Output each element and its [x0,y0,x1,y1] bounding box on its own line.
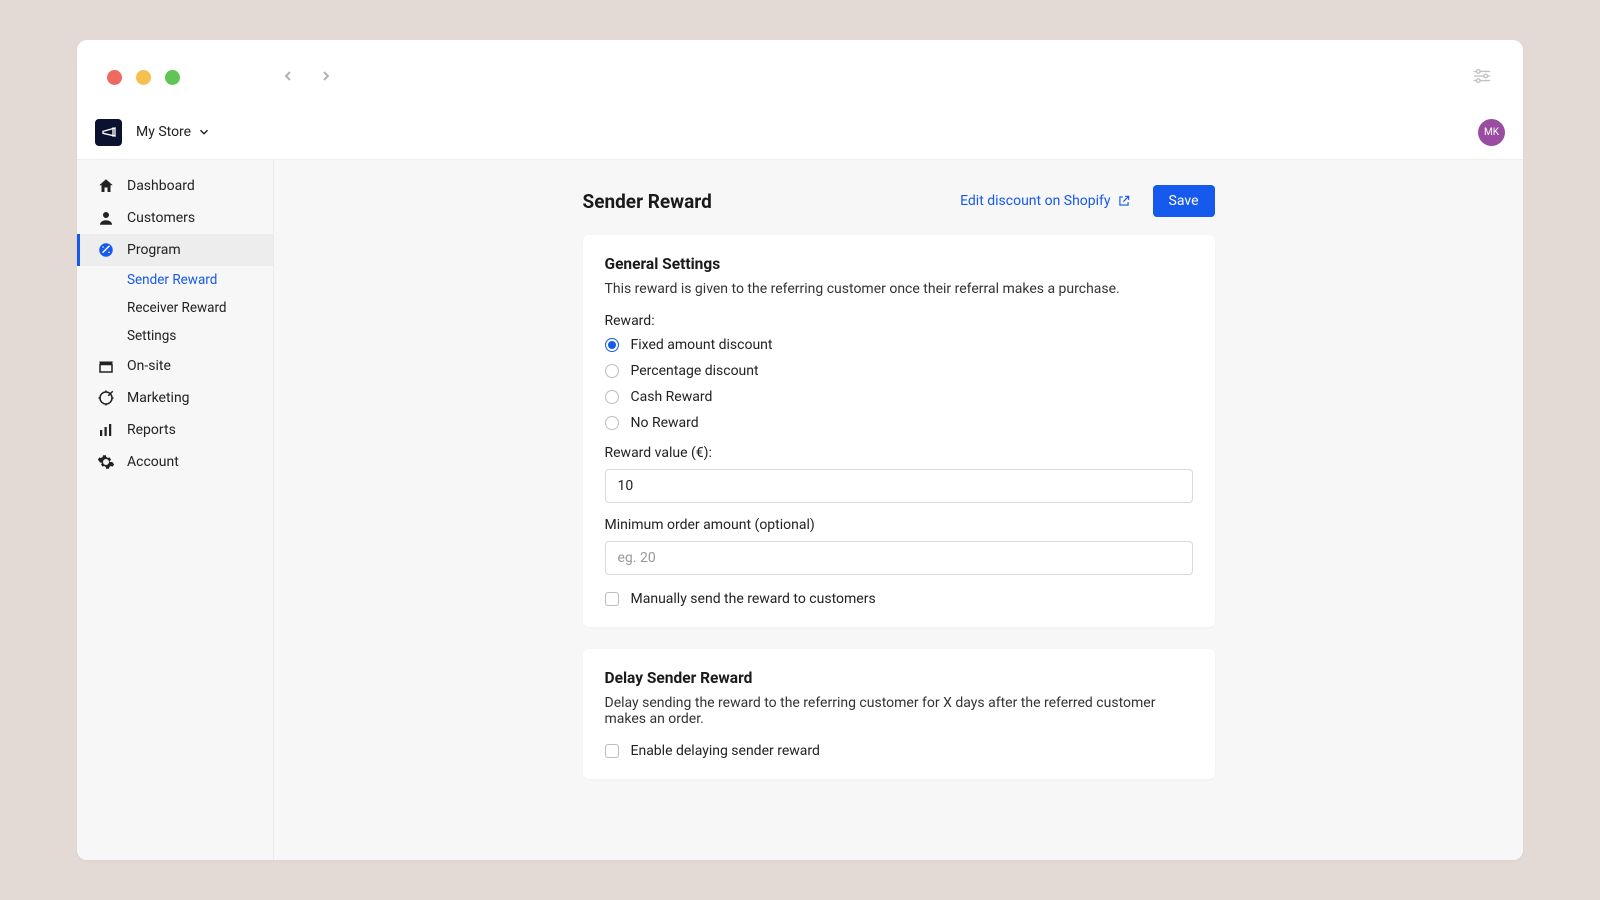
radio-icon [605,364,619,378]
app-window: My Store MK Dashboard Customers Program … [77,40,1523,860]
checkbox-icon [605,592,619,606]
sidebar-sub-receiver-reward[interactable]: Receiver Reward [77,294,273,322]
store-selector[interactable]: My Store [136,124,211,140]
body: Dashboard Customers Program Sender Rewar… [77,159,1523,860]
external-link-icon [1117,194,1131,208]
reward-value-input[interactable] [605,469,1193,503]
store-name: My Store [136,124,191,140]
chart-icon [97,421,115,439]
settings-sliders-icon[interactable] [1471,65,1493,91]
avatar[interactable]: MK [1478,119,1505,146]
window-minimize[interactable] [136,70,151,85]
delay-desc: Delay sending the reward to the referrin… [605,695,1193,727]
page-title: Sender Reward [583,190,712,213]
sidebar-item-dashboard[interactable]: Dashboard [77,170,273,202]
sidebar-sub-settings[interactable]: Settings [77,322,273,350]
reward-label: Reward: [605,313,1193,329]
user-icon [97,209,115,227]
sidebar-item-reports[interactable]: Reports [77,414,273,446]
general-desc: This reward is given to the referring cu… [605,281,1193,297]
general-heading: General Settings [605,255,1193,273]
radio-icon [605,338,619,352]
delay-heading: Delay Sender Reward [605,669,1193,687]
edit-discount-link[interactable]: Edit discount on Shopify [960,193,1130,209]
window-maximize[interactable] [165,70,180,85]
reward-option-fixed[interactable]: Fixed amount discount [605,337,1193,353]
content-area: Sender Reward Edit discount on Shopify S… [274,160,1523,860]
forward-icon[interactable] [318,68,334,88]
manual-send-check[interactable]: Manually send the reward to customers [605,591,1193,607]
topbar: My Store MK [77,115,1523,159]
storefront-icon [97,357,115,375]
program-icon [97,241,115,259]
chevron-down-icon [197,125,211,139]
sidebar-sub-sender-reward[interactable]: Sender Reward [77,266,273,294]
window-close[interactable] [107,70,122,85]
reward-value-label: Reward value (€): [605,445,1193,461]
radio-icon [605,416,619,430]
delay-enable-check[interactable]: Enable delaying sender reward [605,743,1193,759]
delay-reward-card: Delay Sender Reward Delay sending the re… [583,649,1215,779]
target-icon [97,389,115,407]
reward-option-cash[interactable]: Cash Reward [605,389,1193,405]
general-settings-card: General Settings This reward is given to… [583,235,1215,627]
sidebar-item-account[interactable]: Account [77,446,273,478]
min-order-label: Minimum order amount (optional) [605,517,1193,533]
sidebar: Dashboard Customers Program Sender Rewar… [77,160,274,860]
reward-option-none[interactable]: No Reward [605,415,1193,431]
app-logo [95,119,122,146]
sidebar-item-program[interactable]: Program [77,234,273,266]
home-icon [97,177,115,195]
nav-arrows [280,68,334,88]
titlebar [77,40,1523,115]
reward-option-percentage[interactable]: Percentage discount [605,363,1193,379]
radio-icon [605,390,619,404]
gear-icon [97,453,115,471]
checkbox-icon [605,744,619,758]
sidebar-item-customers[interactable]: Customers [77,202,273,234]
save-button[interactable]: Save [1153,185,1215,217]
page-header: Sender Reward Edit discount on Shopify S… [583,185,1215,217]
traffic-lights [107,70,180,85]
sidebar-item-marketing[interactable]: Marketing [77,382,273,414]
sidebar-item-onsite[interactable]: On-site [77,350,273,382]
min-order-input[interactable] [605,541,1193,575]
back-icon[interactable] [280,68,296,88]
